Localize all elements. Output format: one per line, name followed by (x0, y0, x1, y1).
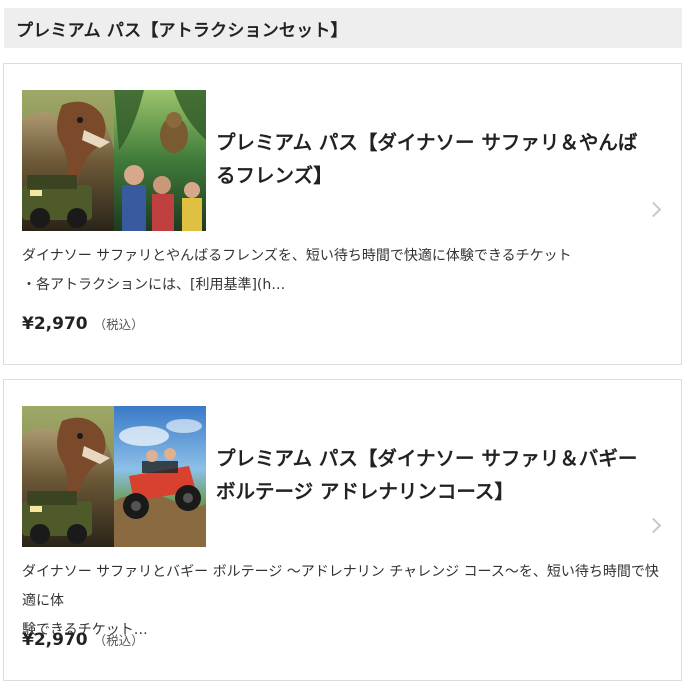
section-header: プレミアム パス【アトラクションセット】 (4, 8, 682, 48)
tax-note: （税込） (93, 633, 144, 648)
chevron-right-icon (645, 517, 662, 534)
product-title: プレミアム パス【ダイナソー サファリ＆バギー ボルテージ アドレナリンコース】 (216, 447, 638, 503)
description-line: ダイナソー サファリとバギー ボルテージ ～アドレナリン チャレンジ コース～を… (22, 564, 659, 609)
product-thumbnail (22, 90, 206, 231)
section-title: プレミアム パス【アトラクションセット】 (16, 20, 348, 41)
description-line: ・各アトラクションには、[利用基準](h… (22, 277, 286, 293)
dinosaur-safari-image (22, 406, 114, 547)
price: ¥2,970 (22, 630, 88, 650)
price-row: ¥2,970 （税込） (22, 630, 144, 650)
buggy-voltage-image (114, 406, 206, 547)
price-row: ¥2,970 （税込） (22, 314, 144, 334)
product-card-dinosaur-buggy[interactable]: プレミアム パス【ダイナソー サファリ＆バギー ボルテージ アドレナリンコース】… (3, 379, 682, 681)
price: ¥2,970 (22, 314, 88, 334)
dinosaur-safari-image (22, 90, 114, 231)
chevron-right-icon (645, 201, 662, 218)
product-description: ダイナソー サファリとやんばるフレンズを、短い待ち時間で快適に体験できるチケット… (22, 242, 662, 300)
yambaru-friends-image (114, 90, 206, 231)
tax-note: （税込） (93, 317, 144, 332)
product-card-dinosaur-yambaru[interactable]: プレミアム パス【ダイナソー サファリ＆やんばるフレンズ】 ダイナソー サファリ… (3, 63, 682, 365)
product-thumbnail (22, 406, 206, 547)
description-line: ダイナソー サファリとやんばるフレンズを、短い待ち時間で快適に体験できるチケット (22, 248, 572, 264)
product-title: プレミアム パス【ダイナソー サファリ＆やんばるフレンズ】 (216, 131, 638, 187)
